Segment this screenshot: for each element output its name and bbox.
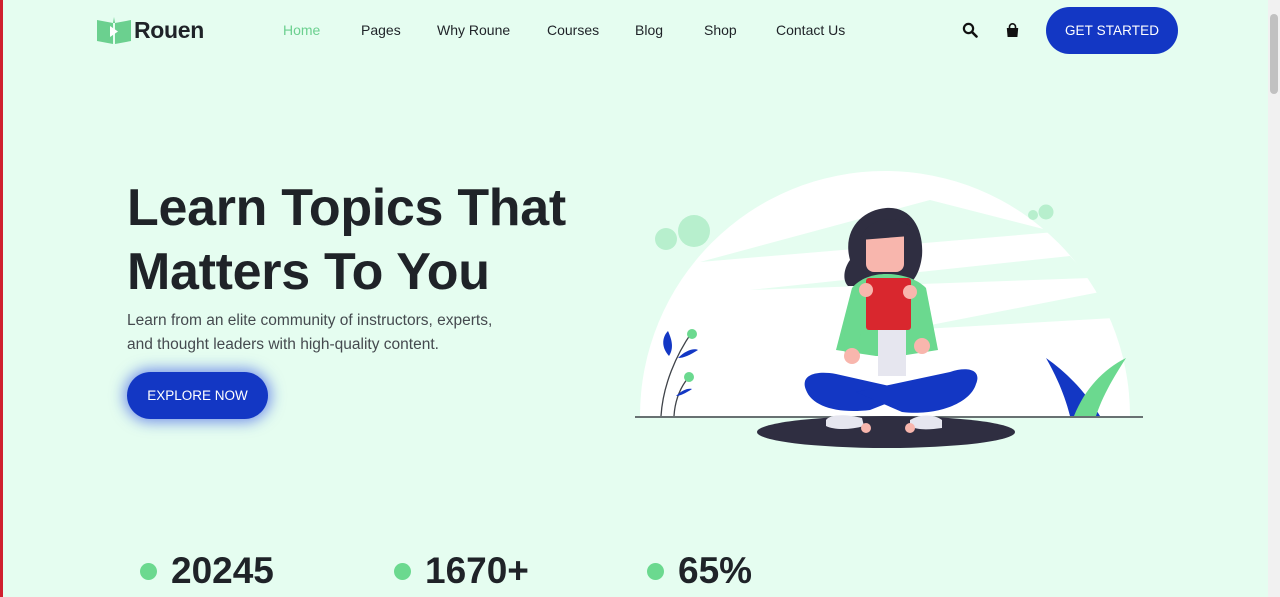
nav-item-shop[interactable]: Shop xyxy=(704,22,737,38)
stat-value: 20245 xyxy=(171,550,274,591)
stat-value: 1670+ xyxy=(425,550,529,591)
search-button[interactable] xyxy=(961,21,979,39)
hero-subtitle-line-2: and thought leaders with high-quality co… xyxy=(127,336,439,353)
page-scrollbar[interactable] xyxy=(1268,0,1280,597)
stat-value: 65% xyxy=(678,550,753,591)
scrollbar-thumb[interactable] xyxy=(1270,14,1278,94)
stat-item: 20245 xyxy=(140,548,274,594)
explore-now-button[interactable]: EXPLORE NOW xyxy=(127,372,268,419)
window-left-edge xyxy=(0,0,3,597)
hero-title-line-1: Learn Topics That xyxy=(127,179,566,237)
stat-dot xyxy=(394,562,411,580)
site-header: Rouen Home Pages Why Roune Courses Blog … xyxy=(0,0,1268,62)
hero-subtitle: Learn from an elite community of instruc… xyxy=(127,309,547,357)
book-play-icon xyxy=(97,17,131,44)
nav-item-courses[interactable]: Courses xyxy=(547,22,599,38)
shopping-bag-icon xyxy=(1006,22,1018,37)
cart-button[interactable] xyxy=(1003,21,1021,39)
stat-item: 1670+ xyxy=(394,548,529,594)
stat-dot xyxy=(140,562,157,580)
get-started-button[interactable]: GET STARTED xyxy=(1046,7,1178,54)
woman-reading-book-illustration xyxy=(635,171,1143,448)
nav-item-why-roune[interactable]: Why Roune xyxy=(437,22,510,38)
hero-title-line-2: Matters To You xyxy=(127,243,490,301)
nav-item-pages[interactable]: Pages xyxy=(361,22,401,38)
hero-title: Learn Topics That Matters To You xyxy=(127,176,566,304)
stat-dot xyxy=(647,562,664,580)
nav-item-contact-us[interactable]: Contact Us xyxy=(776,22,845,38)
hero-subtitle-line-1: Learn from an elite community of instruc… xyxy=(127,312,493,329)
brand-logo[interactable]: Rouen xyxy=(96,15,204,45)
search-icon xyxy=(962,22,978,38)
nav-item-blog[interactable]: Blog xyxy=(635,22,663,38)
stat-item: 65% xyxy=(647,548,752,594)
nav-item-home[interactable]: Home xyxy=(283,22,320,38)
brand-name: Rouen xyxy=(134,16,205,43)
